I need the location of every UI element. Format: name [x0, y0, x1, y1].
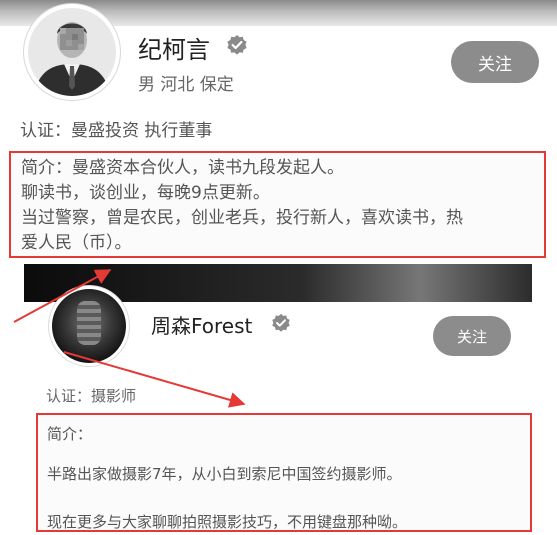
- profile1-bio-line: 爱人民（币）。: [21, 233, 132, 253]
- profile2-bio-line: 半路出家做摄影7年，从小白到索尼中国签约摄影师。: [47, 465, 402, 483]
- person-avatar-icon: [52, 289, 126, 363]
- verified-badge-icon: [227, 35, 247, 55]
- profile1-avatar[interactable]: [24, 4, 120, 100]
- profile1-bio-line: 聊读书，谈创业，每晚9点更新。: [21, 183, 270, 203]
- profile2-name: 周森Forest: [151, 314, 253, 338]
- profile2-bio-line: 简介：: [47, 425, 93, 443]
- profile2-bio-line: 现在更多与大家聊聊拍照摄影技巧，不用键盘那种呦。: [47, 513, 408, 531]
- profile1-name: 纪柯言: [138, 36, 210, 64]
- profile1-location: 男 河北 保定: [138, 75, 234, 95]
- profile1-bio-line: 简介：曼盛资本合伙人，读书九段发起人。: [21, 158, 344, 178]
- profile2-certification: 认证：摄影师: [46, 387, 137, 405]
- person-avatar-icon: [28, 8, 116, 96]
- profile1-follow-button[interactable]: 关注: [451, 41, 539, 83]
- profile2-avatar[interactable]: [49, 286, 129, 366]
- profile1-bio-line: 当过警察，曾是农民，创业老兵，投行新人，喜欢读书，热: [21, 208, 463, 228]
- profile2-bio: 简介： 半路出家做摄影7年，从小白到索尼中国签约摄影师。 现在更多与大家聊聊拍照…: [36, 413, 532, 532]
- profile2-follow-button[interactable]: 关注: [433, 316, 511, 356]
- profile1-bio: 简介：曼盛资本合伙人，读书九段发起人。 聊读书，谈创业，每晚9点更新。 当过警察…: [9, 151, 546, 258]
- profile1-certification: 认证：曼盛投资 执行董事: [20, 121, 213, 141]
- verified-badge-icon: [272, 313, 290, 332]
